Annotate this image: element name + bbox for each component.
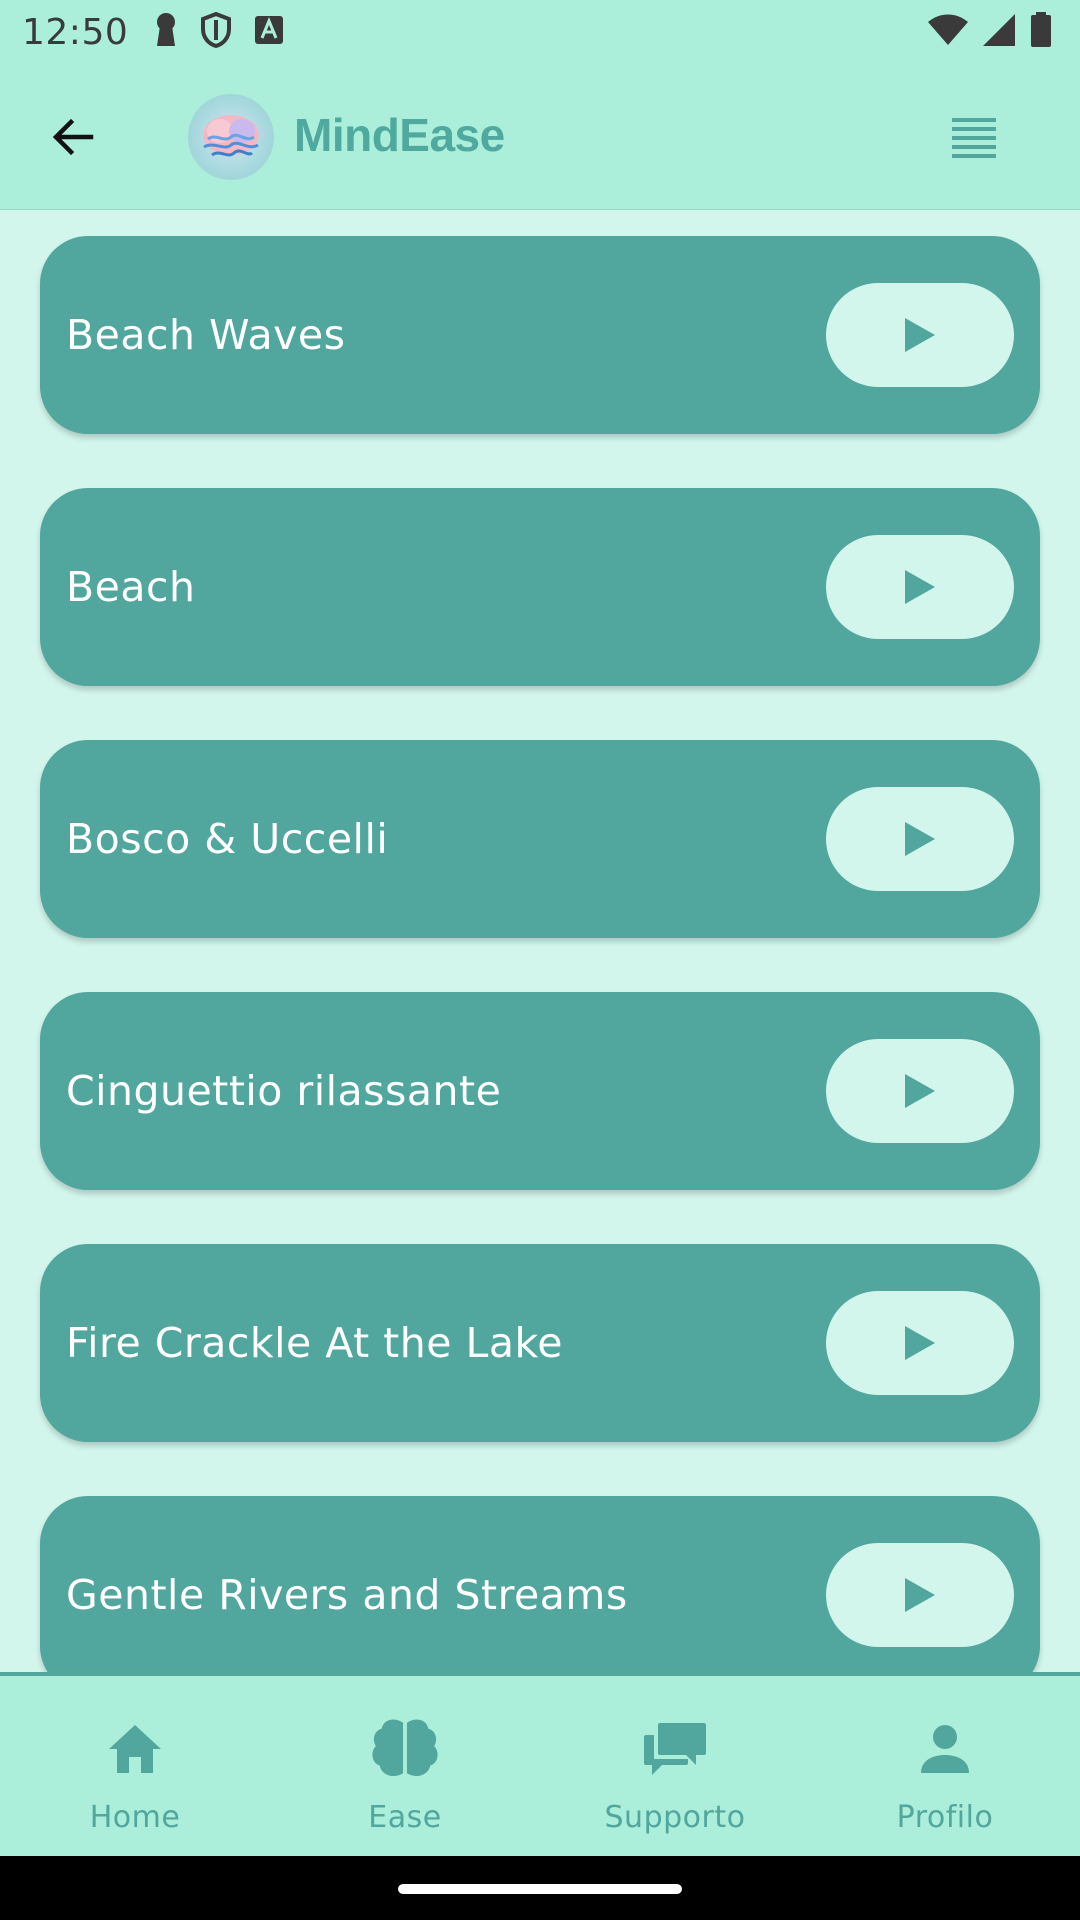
sound-name: Fire Crackle At the Lake [66,1319,563,1367]
home-icon [100,1714,170,1784]
status-time: 12:50 [22,11,129,53]
play-icon [905,318,935,352]
nav-item-supporto[interactable]: Supporto [540,1676,810,1856]
nav-label-profilo: Profilo [896,1800,994,1835]
status-icons-right [928,12,1058,52]
menu-button[interactable] [948,112,1000,164]
keyhole-icon [154,12,178,52]
play-icon [905,1578,935,1612]
nav-item-home[interactable]: Home [0,1676,270,1856]
sound-name: Cinguettio rilassante [66,1067,502,1115]
play-icon [905,822,935,856]
app-title: MindEase [294,109,505,161]
nav-label-home: Home [89,1800,181,1835]
play-button[interactable] [826,283,1014,387]
play-button[interactable] [826,787,1014,891]
font-icon [254,15,284,49]
nav-item-ease[interactable]: Ease [270,1676,540,1856]
app-bar: MindEase [0,64,1080,210]
play-button[interactable] [826,535,1014,639]
battery-icon [1030,12,1052,52]
sound-list: Beach Waves Beach Bosco & Uccelli Cingue… [0,210,1080,1672]
wifi-icon [928,14,968,50]
sound-card[interactable]: Beach [40,488,1040,686]
menu-icon [952,118,996,158]
status-bar: 12:50 [0,0,1080,64]
signal-icon [982,13,1016,51]
play-button[interactable] [826,1543,1014,1647]
person-icon [910,1714,980,1784]
play-button[interactable] [826,1291,1014,1395]
gesture-handle[interactable] [398,1884,682,1894]
play-icon [905,1074,935,1108]
play-icon [905,570,935,604]
play-icon [905,1326,935,1360]
brain-logo [188,94,274,180]
sound-card[interactable]: Fire Crackle At the Lake [40,1244,1040,1442]
sound-card[interactable]: Beach Waves [40,236,1040,434]
sound-name: Bosco & Uccelli [66,815,389,863]
nav-label-ease: Ease [368,1800,442,1835]
sound-name: Beach [66,563,196,611]
shield-icon [200,11,232,52]
nav-item-profilo[interactable]: Profilo [810,1676,1080,1856]
nav-label-supporto: Supporto [604,1800,746,1835]
brain-icon [370,1714,440,1784]
sound-card[interactable]: Bosco & Uccelli [40,740,1040,938]
bottom-nav: Home Ease Supporto Profilo [0,1672,1080,1856]
play-button[interactable] [826,1039,1014,1143]
status-icons-left [154,11,284,52]
back-arrow-icon [52,118,94,156]
sound-card[interactable]: Gentle Rivers and Streams [40,1496,1040,1672]
sound-name: Gentle Rivers and Streams [66,1571,628,1619]
gesture-area [0,1856,1080,1920]
sound-card[interactable]: Cinguettio rilassante [40,992,1040,1190]
chat-icon [640,1714,710,1784]
sound-name: Beach Waves [66,311,346,359]
back-button[interactable] [38,102,108,172]
